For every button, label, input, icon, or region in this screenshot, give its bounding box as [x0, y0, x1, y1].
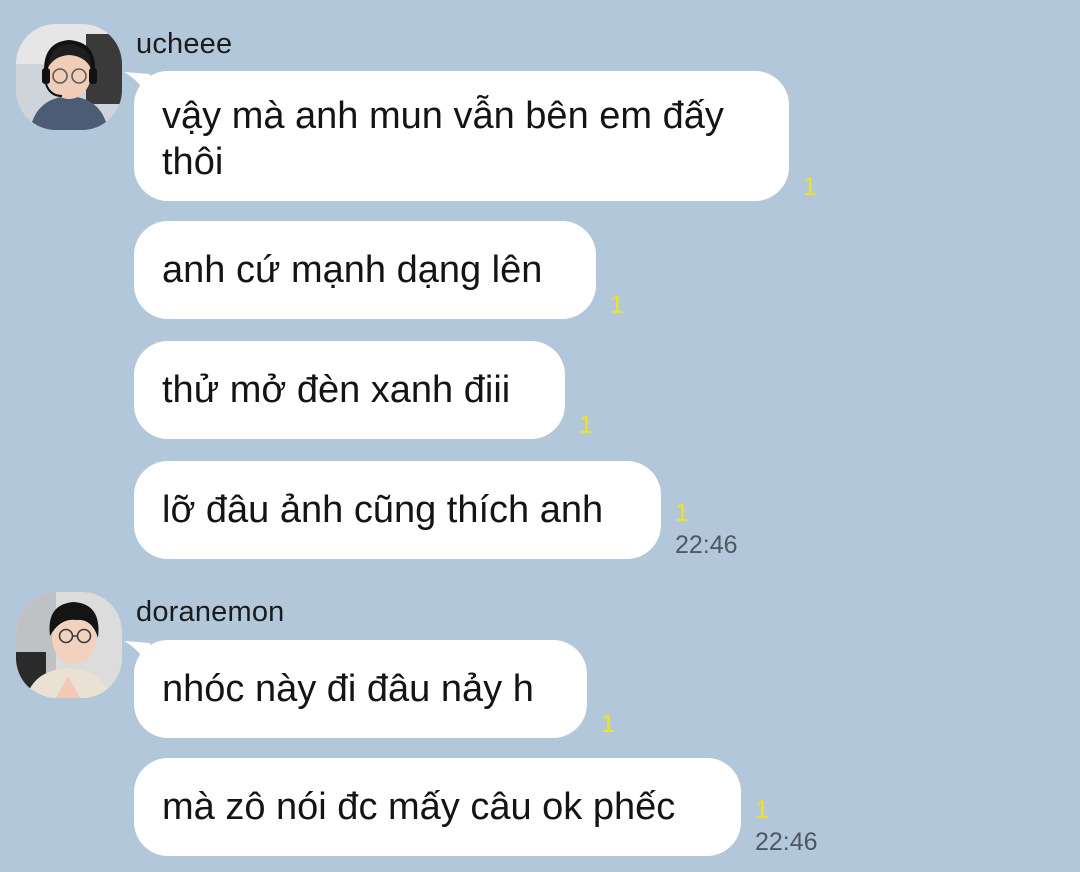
- unread-count: 1: [610, 291, 624, 319]
- message-text: thử mở đèn xanh điii: [162, 369, 511, 411]
- sender-name: doranemon: [136, 596, 285, 628]
- message-bubble[interactable]: lỡ đâu ảnh cũng thích anh: [134, 461, 661, 559]
- unread-count: 1: [803, 173, 817, 201]
- person-with-glasses-headset-avatar-icon: [16, 24, 122, 130]
- sender-name: ucheee: [136, 28, 233, 60]
- message-text: vậy mà anh mun vẫn bên em đấy thôi: [162, 95, 724, 183]
- unread-count: 1: [755, 796, 769, 824]
- chat-room: ucheee vậy mà anh mun vẫn bên em đấy thô…: [0, 0, 1080, 872]
- message-bubble[interactable]: mà zô nói đc mấy câu ok phếc: [134, 758, 741, 856]
- unread-count: 1: [675, 499, 689, 527]
- profile-avatar-doranemon[interactable]: [16, 592, 122, 698]
- message-bubble[interactable]: anh cứ mạnh dạng lên: [134, 221, 596, 319]
- unread-count: 1: [601, 710, 615, 738]
- unread-count: 1: [579, 411, 593, 439]
- message-timestamp: 22:46: [675, 531, 738, 559]
- message-bubble[interactable]: thử mở đèn xanh điii: [134, 341, 565, 439]
- person-with-glasses-avatar-icon: [16, 592, 122, 698]
- message-text: anh cứ mạnh dạng lên: [162, 249, 543, 291]
- message-bubble[interactable]: vậy mà anh mun vẫn bên em đấy thôi: [134, 71, 789, 201]
- message-text: lỡ đâu ảnh cũng thích anh: [162, 489, 604, 531]
- message-text: mà zô nói đc mấy câu ok phếc: [162, 786, 676, 828]
- message-text: nhóc này đi đâu nảy h: [162, 668, 534, 710]
- message-bubble[interactable]: nhóc này đi đâu nảy h: [134, 640, 587, 738]
- profile-avatar-ucheee[interactable]: [16, 24, 122, 130]
- message-timestamp: 22:46: [755, 828, 818, 856]
